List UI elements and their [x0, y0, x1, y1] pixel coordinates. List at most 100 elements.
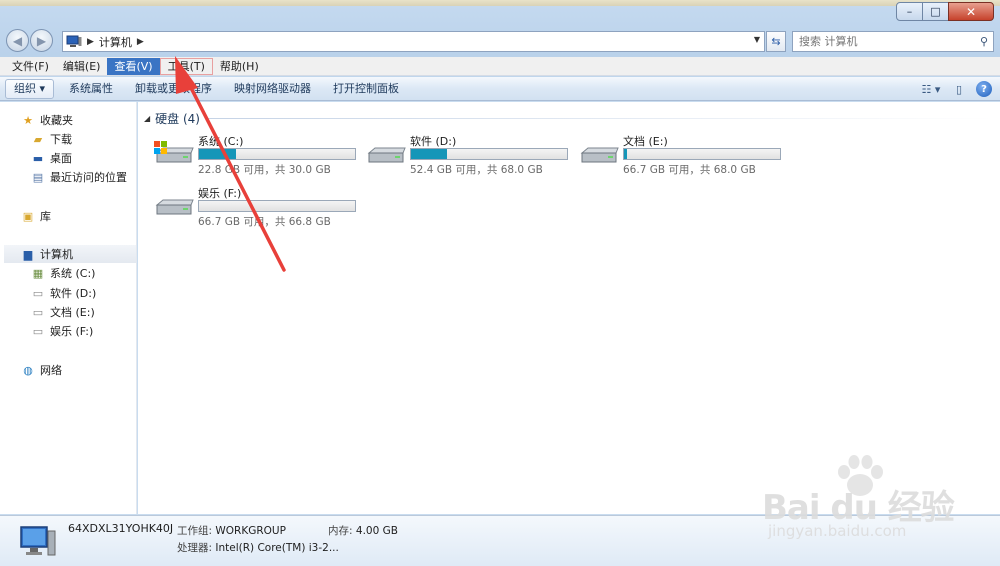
command-bar: 组织 ▾ 系统属性 卸载或更改程序 映射网络驱动器 打开控制面板 ☷ ▾ ▯ ? — [0, 77, 1000, 101]
organize-button[interactable]: 组织 ▾ — [5, 78, 55, 99]
top-strip — [0, 0, 1000, 6]
breadcrumb-chevron-icon[interactable]: ▶ — [137, 37, 144, 47]
explorer-window: – □ ✕ ◀ ▶ ▶ 计算机 ▶ ▼ ⇆ ⚲ 文件(F) 编辑(E) 查看(V… — [0, 0, 1000, 566]
drive-usage-bar — [198, 200, 356, 212]
drive-name: 文档 (E:) — [623, 135, 668, 148]
maximize-button[interactable]: □ — [922, 2, 949, 21]
hard-drive-icon — [155, 199, 194, 215]
minimize-button[interactable]: – — [896, 2, 923, 21]
address-bar[interactable]: ▶ 计算机 ▶ ▼ — [62, 31, 765, 52]
hard-drive-icon: ▭ — [32, 324, 44, 338]
uninstall-program-button[interactable]: 卸载或更改程序 — [124, 78, 223, 100]
system-properties-button[interactable]: 系统属性 — [58, 78, 124, 100]
refresh-button[interactable]: ⇆ — [766, 31, 786, 52]
memory-value: 4.00 GB — [355, 525, 398, 537]
nav-computer-label: 计算机 — [40, 248, 73, 261]
drive-usage-bar — [623, 148, 781, 160]
recent-places-icon: ▤ — [32, 170, 44, 184]
hard-drive-icon: ▭ — [32, 305, 44, 319]
drive-free-space: 22.8 GB 可用，共 30.0 GB — [198, 164, 331, 176]
hard-drive-icon — [367, 147, 406, 163]
drive-free-space: 52.4 GB 可用，共 68.0 GB — [410, 164, 543, 176]
caption-buttons: – □ ✕ — [896, 2, 994, 21]
minimize-icon: – — [906, 5, 913, 18]
menu-help[interactable]: 帮助(H) — [213, 58, 266, 75]
open-control-panel-button[interactable]: 打开控制面板 — [322, 78, 410, 100]
menu-view[interactable]: 查看(V) — [107, 57, 160, 75]
downloads-folder-icon: ▰ — [33, 132, 43, 146]
close-button[interactable]: ✕ — [948, 2, 994, 21]
address-row: ◀ ▶ ▶ 计算机 ▶ ▼ ⇆ ⚲ — [0, 26, 1000, 56]
search-icon[interactable]: ⚲ — [980, 35, 988, 48]
processor-label: 处理器: — [177, 542, 213, 554]
memory-info: 内存: 4.00 GB — [328, 523, 398, 538]
drive-name: 系统 (C:) — [198, 135, 244, 148]
breadcrumb-computer[interactable]: 计算机 — [99, 34, 132, 50]
menu-tools[interactable]: 工具(T) — [159, 57, 213, 75]
drive-tile[interactable]: 系统 (C:) 22.8 GB 可用，共 30.0 GB — [153, 133, 363, 181]
forward-button[interactable]: ▶ — [30, 29, 53, 52]
computer-icon: ▆ — [23, 247, 33, 261]
navigation-pane: ★ 收藏夹 ▰ 下载 ▬ 桌面 ▤ 最近访问的位置 ▣ 库 ▆ 计算机 ▦ 系统 (C:) ▭… — [0, 102, 137, 514]
change-view-button[interactable]: ☷ ▾ — [920, 79, 942, 99]
drive-usage-fill — [199, 149, 237, 159]
drive-usage-bar — [410, 148, 568, 160]
maximize-icon: □ — [930, 5, 941, 18]
nav-downloads-label: 下载 — [50, 133, 72, 146]
preview-pane-button[interactable]: ▯ — [948, 79, 970, 99]
collapse-triangle-icon[interactable]: ◢ — [144, 114, 150, 123]
search-box: ⚲ — [792, 31, 994, 52]
star-icon: ★ — [23, 113, 33, 127]
memory-label: 内存: — [328, 525, 353, 537]
system-drive-icon: ▦ — [32, 266, 44, 280]
baidu-watermark: Bai du 经验 jingyan.baidu.com — [760, 452, 995, 562]
workgroup-label: 工作组: — [177, 525, 213, 537]
help-button[interactable]: ? — [976, 81, 992, 97]
desktop-icon: ▬ — [32, 151, 44, 165]
drive-usage-fill — [624, 149, 628, 159]
map-network-drive-button[interactable]: 映射网络驱动器 — [223, 78, 322, 100]
drive-tile[interactable]: 软件 (D:) 52.4 GB 可用，共 68.0 GB — [365, 133, 575, 181]
preview-pane-icon: ▯ — [955, 82, 963, 96]
nav-network-label: 网络 — [40, 364, 62, 377]
nav-drive-e-label: 文档 (E:) — [50, 306, 95, 319]
forward-arrow-icon: ▶ — [36, 33, 47, 48]
nav-favorites[interactable]: ★ 收藏夹 — [20, 111, 156, 129]
processor-value: Intel(R) Core(TM) i3-2... — [215, 542, 339, 554]
nav-favorites-label: 收藏夹 — [40, 114, 73, 127]
drive-free-space: 66.7 GB 可用，共 68.0 GB — [623, 164, 756, 176]
network-icon: ◍ — [23, 363, 33, 377]
back-button[interactable]: ◀ — [6, 29, 29, 52]
breadcrumb-separator-icon: ▶ — [87, 36, 94, 47]
address-dropdown-icon[interactable]: ▼ — [754, 35, 760, 44]
nav-recent-label: 最近访问的位置 — [50, 171, 127, 184]
nav-drive-d-label: 软件 (D:) — [50, 287, 97, 300]
hard-drive-icon — [580, 147, 619, 163]
menu-edit[interactable]: 编辑(E) — [56, 58, 108, 75]
back-arrow-icon: ◀ — [12, 33, 23, 48]
nav-computer[interactable]: ▆ 计算机 — [4, 245, 136, 263]
menu-file[interactable]: 文件(F) — [5, 58, 56, 75]
computer-icon — [66, 35, 82, 47]
drive-usage-bar — [198, 148, 356, 160]
drive-tile[interactable]: 娱乐 (F:) 66.7 GB 可用，共 66.8 GB — [153, 185, 363, 233]
help-icon: ? — [981, 83, 987, 95]
nav-libraries[interactable]: ▣ 库 — [20, 207, 156, 225]
hard-drive-icon: ▭ — [32, 286, 44, 300]
group-header-hard-drives[interactable]: ◢ 硬盘 (4) — [144, 110, 200, 127]
computer-name: 64XDXL31YOHK40J — [68, 522, 174, 535]
nav-desktop-label: 桌面 — [50, 152, 72, 165]
refresh-icon: ⇆ — [771, 35, 781, 48]
computer-icon — [20, 526, 56, 556]
view-options-icon: ☷ ▾ — [921, 82, 941, 96]
menu-bar: 文件(F) 编辑(E) 查看(V) 工具(T) 帮助(H) — [0, 57, 1000, 76]
watermark-url: jingyan.baidu.com — [768, 522, 907, 540]
group-title: 硬盘 (4) — [155, 112, 200, 126]
processor-info: 处理器: Intel(R) Core(TM) i3-2... — [177, 540, 339, 555]
nav-libraries-label: 库 — [40, 210, 51, 223]
library-icon: ▣ — [22, 209, 34, 223]
drive-name: 娱乐 (F:) — [198, 187, 242, 200]
nav-network[interactable]: ◍ 网络 — [20, 361, 156, 379]
search-input[interactable] — [799, 35, 969, 48]
drive-tile[interactable]: 文档 (E:) 66.7 GB 可用，共 68.0 GB — [578, 133, 788, 181]
